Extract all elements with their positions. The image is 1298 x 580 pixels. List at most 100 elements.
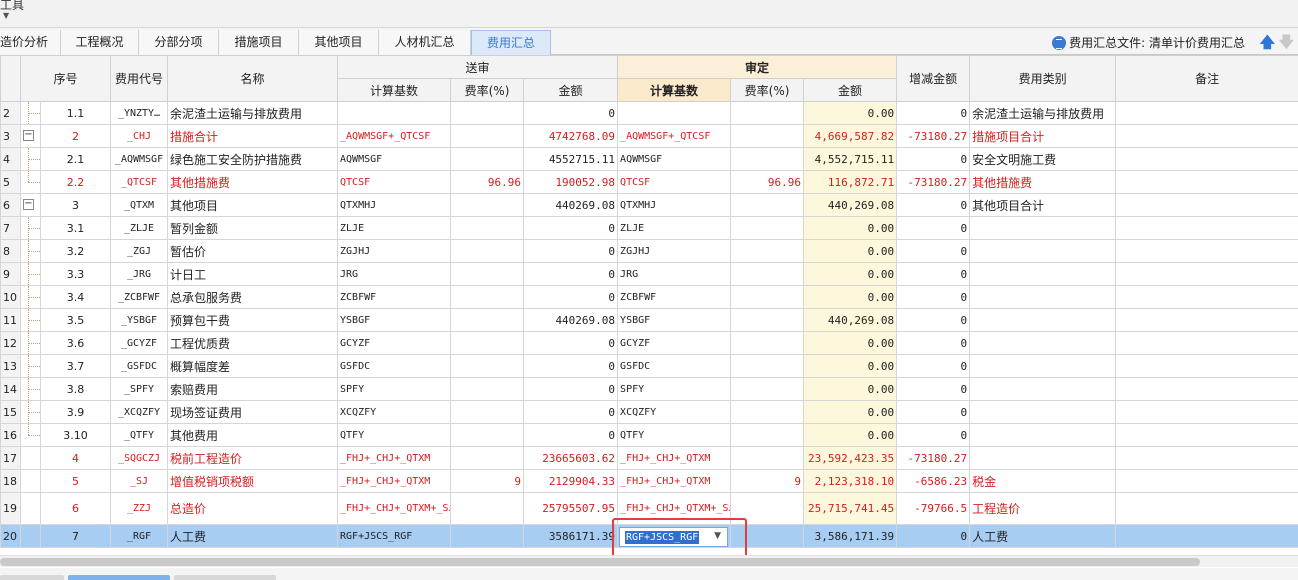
header-code[interactable]: 费用代号 bbox=[110, 55, 169, 102]
cell-name[interactable]: 概算幅度差 bbox=[167, 354, 339, 378]
cell-seq[interactable]: 3.8 bbox=[39, 377, 112, 401]
tree-connector[interactable] bbox=[20, 101, 41, 125]
cell-seq[interactable]: 3.2 bbox=[39, 239, 112, 263]
scrollbar-thumb[interactable] bbox=[0, 558, 1200, 566]
cell-name[interactable]: 其他项目 bbox=[167, 193, 339, 217]
table-row[interactable]: 13 3.7 _GSFDC 概算幅度差 GSFDC 0 GSFDC 0.00 0 bbox=[0, 354, 1298, 378]
tree-connector[interactable] bbox=[20, 469, 41, 493]
cell-name[interactable]: 增值税销项税额 bbox=[167, 469, 339, 493]
fee-summary-file-info[interactable]: 费用汇总文件: 清单计价费用汇总 bbox=[1052, 34, 1245, 51]
cell-note[interactable] bbox=[1115, 331, 1298, 355]
cell-ss-base[interactable]: _FHJ+_CHJ+_QTXM bbox=[337, 446, 452, 470]
cell-ss-amount[interactable]: 4552715.11 bbox=[523, 147, 619, 171]
cell-sd-base[interactable]: XCQZFY bbox=[617, 400, 732, 424]
cell-ss-rate[interactable] bbox=[450, 492, 525, 525]
cell-note[interactable] bbox=[1115, 262, 1298, 286]
cell-category[interactable]: 余泥渣土运输与排放费用 bbox=[969, 101, 1117, 125]
row-number[interactable]: 11 bbox=[0, 308, 21, 332]
cell-seq[interactable]: 3.6 bbox=[39, 331, 112, 355]
table-row[interactable]: 5 2.2 _QTCSF 其他措施费 QTCSF 96.96 190052.98 QTCSF 9… bbox=[0, 170, 1298, 194]
cell-sd-base[interactable]: YSBGF bbox=[617, 308, 732, 332]
cell-ss-base[interactable]: _FHJ+_CHJ+_QTXM+_SJ bbox=[337, 492, 452, 525]
cell-ss-rate[interactable] bbox=[450, 101, 525, 125]
cell-code[interactable]: _JRG bbox=[110, 262, 169, 286]
cell-diff[interactable]: 0 bbox=[896, 331, 971, 355]
cell-code[interactable]: _YSBGF bbox=[110, 308, 169, 332]
cell-ss-rate[interactable] bbox=[450, 446, 525, 470]
cell-ss-base[interactable]: _AQWMSGF+_QTCSF bbox=[337, 124, 452, 148]
cell-diff[interactable]: -73180.27 bbox=[896, 446, 971, 470]
cell-sd-base[interactable]: _AQWMSGF+_QTCSF bbox=[617, 124, 732, 148]
cell-sd-amount[interactable]: 2,123,318.10 bbox=[803, 469, 898, 493]
header-seq[interactable]: 序号 bbox=[19, 55, 112, 102]
cell-seq[interactable]: 3.10 bbox=[39, 423, 112, 447]
cell-name[interactable]: 税前工程造价 bbox=[167, 446, 339, 470]
cell-ss-amount[interactable]: 23665603.62 bbox=[523, 446, 619, 470]
bottom-tab[interactable] bbox=[174, 575, 276, 580]
cell-sd-rate[interactable] bbox=[730, 101, 805, 125]
cell-sd-base[interactable]: QTXMHJ bbox=[617, 193, 732, 217]
cell-category[interactable]: 工程造价 bbox=[969, 492, 1117, 525]
cell-category[interactable] bbox=[969, 377, 1117, 401]
cell-ss-base[interactable]: SPFY bbox=[337, 377, 452, 401]
cell-sd-amount[interactable]: 4,669,587.82 bbox=[803, 124, 898, 148]
cell-sd-base[interactable]: QTFY bbox=[617, 423, 732, 447]
cell-category[interactable] bbox=[969, 446, 1117, 470]
cell-sd-amount[interactable]: 4,552,715.11 bbox=[803, 147, 898, 171]
row-number[interactable]: 13 bbox=[0, 354, 21, 378]
cell-category[interactable]: 人工费 bbox=[969, 524, 1117, 548]
cell-ss-amount[interactable]: 3586171.39 bbox=[523, 524, 619, 548]
bottom-tab[interactable] bbox=[0, 575, 64, 580]
cell-diff[interactable]: 0 bbox=[896, 524, 971, 548]
cell-sd-rate[interactable] bbox=[730, 285, 805, 309]
cell-category[interactable] bbox=[969, 400, 1117, 424]
collapse-icon[interactable]: − bbox=[23, 199, 34, 210]
cell-diff[interactable]: 0 bbox=[896, 216, 971, 240]
cell-code[interactable]: _SJ bbox=[110, 469, 169, 493]
collapse-icon[interactable]: − bbox=[23, 130, 34, 141]
tab-project-overview[interactable]: 工程概况 bbox=[61, 30, 139, 55]
cell-diff[interactable]: 0 bbox=[896, 239, 971, 263]
cell-ss-amount[interactable]: 0 bbox=[523, 216, 619, 240]
cell-note[interactable] bbox=[1115, 400, 1298, 424]
cell-name[interactable]: 现场签证费用 bbox=[167, 400, 339, 424]
cell-ss-amount[interactable]: 0 bbox=[523, 101, 619, 125]
table-row[interactable]: 11 3.5 _YSBGF 预算包干费 YSBGF 440269.08 YSBGF 440,2… bbox=[0, 308, 1298, 332]
cell-name[interactable]: 索赔费用 bbox=[167, 377, 339, 401]
tab-materials-summary[interactable]: 人材机汇总 bbox=[379, 30, 471, 55]
row-number[interactable]: 15 bbox=[0, 400, 21, 424]
cell-ss-rate[interactable] bbox=[450, 354, 525, 378]
cell-ss-rate[interactable] bbox=[450, 308, 525, 332]
cell-ss-rate[interactable] bbox=[450, 331, 525, 355]
cell-diff[interactable]: 0 bbox=[896, 423, 971, 447]
cell-sd-base[interactable]: _FHJ+_CHJ+_QTXM bbox=[617, 469, 732, 493]
cell-sd-base[interactable] bbox=[617, 101, 732, 125]
table-row[interactable]: 2 1.1 _YNZTY… 余泥渣土运输与排放费用 0 0.00 0 余泥渣土运输与排放费用 bbox=[0, 101, 1298, 125]
cell-seq[interactable]: 1.1 bbox=[39, 101, 112, 125]
header-sd-base[interactable]: 计算基数 bbox=[617, 78, 732, 102]
cell-seq[interactable]: 6 bbox=[39, 492, 112, 525]
cell-seq[interactable]: 3 bbox=[39, 193, 112, 217]
cell-code[interactable]: _XCQZFY bbox=[110, 400, 169, 424]
cell-sd-amount[interactable]: 116,872.71 bbox=[803, 170, 898, 194]
cell-name[interactable]: 措施合计 bbox=[167, 124, 339, 148]
cell-ss-base[interactable]: YSBGF bbox=[337, 308, 452, 332]
cell-diff[interactable]: 0 bbox=[896, 308, 971, 332]
horizontal-scrollbar[interactable] bbox=[0, 555, 1298, 567]
cell-ss-base[interactable]: ZGJHJ bbox=[337, 239, 452, 263]
tab-cost-analysis[interactable]: 造价分析 bbox=[0, 30, 61, 55]
cell-diff[interactable]: 0 bbox=[896, 101, 971, 125]
tree-connector[interactable] bbox=[20, 377, 41, 401]
cell-note[interactable] bbox=[1115, 285, 1298, 309]
row-number[interactable]: 3 bbox=[0, 124, 21, 148]
tab-other-items[interactable]: 其他项目 bbox=[299, 30, 379, 55]
row-number[interactable]: 14 bbox=[0, 377, 21, 401]
cell-sd-base[interactable]: QTCSF bbox=[617, 170, 732, 194]
cell-diff[interactable]: -73180.27 bbox=[896, 170, 971, 194]
tree-connector[interactable] bbox=[20, 285, 41, 309]
cell-seq[interactable]: 3.5 bbox=[39, 308, 112, 332]
cell-ss-rate[interactable] bbox=[450, 524, 525, 548]
cell-code[interactable]: _ZGJ bbox=[110, 239, 169, 263]
table-row[interactable]: 3−2 _CHJ 措施合计 _AQWMSGF+_QTCSF 4742768.09 _AQW… bbox=[0, 124, 1298, 148]
tree-connector[interactable] bbox=[20, 492, 41, 525]
